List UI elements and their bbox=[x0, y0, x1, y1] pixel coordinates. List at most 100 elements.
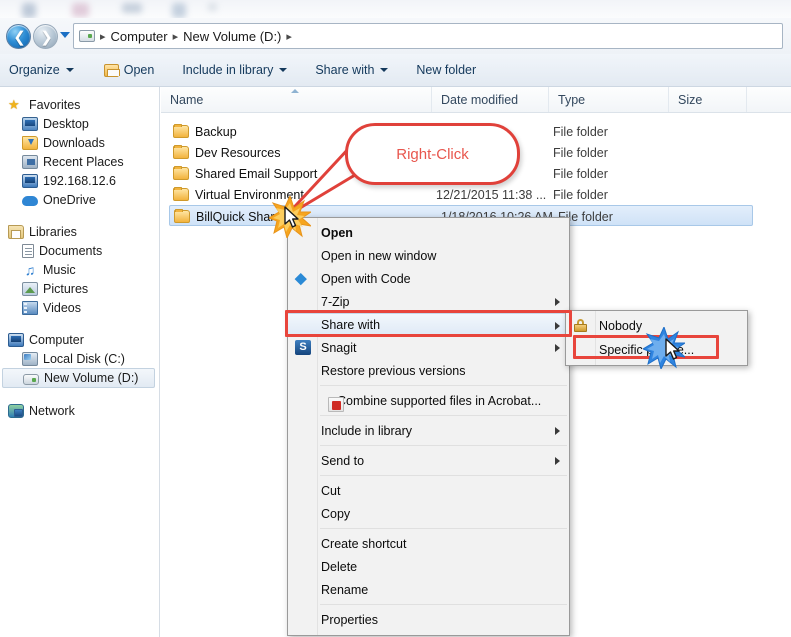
desktop-icon bbox=[22, 116, 38, 131]
sidebar-item-desktop[interactable]: Desktop bbox=[0, 114, 159, 133]
callout-bubble: Right-Click bbox=[345, 123, 520, 185]
context-menu-item-delete[interactable]: Delete bbox=[288, 555, 569, 578]
sidebar-item-videos[interactable]: Videos bbox=[0, 298, 159, 317]
column-header-size[interactable]: Size bbox=[669, 87, 747, 112]
nav-label: Recent Places bbox=[43, 154, 124, 169]
context-menu-item-restore-previous-versions[interactable]: Restore previous versions bbox=[288, 359, 569, 382]
context-menu-item-combine-in-acrobat[interactable]: Combine supported files in Acrobat... bbox=[288, 389, 569, 412]
folder-icon bbox=[174, 209, 190, 223]
context-menu-item-properties[interactable]: Properties bbox=[288, 608, 569, 631]
context-menu-separator bbox=[320, 385, 567, 386]
sidebar-item-recent-places[interactable]: Recent Places bbox=[0, 152, 159, 171]
share-with-label: Share with bbox=[315, 63, 375, 77]
chevron-down-icon[interactable] bbox=[60, 32, 70, 38]
sidebar-item-music[interactable]: ♫ Music bbox=[0, 260, 159, 279]
chevron-right-icon bbox=[555, 427, 560, 435]
callout-label: Right-Click bbox=[396, 145, 469, 163]
context-menu-item-open[interactable]: Open bbox=[288, 221, 569, 244]
open-folder-icon bbox=[103, 63, 120, 77]
navigation-pane[interactable]: ★ Favorites Desktop Downloads Recent Pla… bbox=[0, 87, 160, 637]
nav-label: New Volume (D:) bbox=[44, 371, 139, 385]
context-menu-item-cut[interactable]: Cut bbox=[288, 479, 569, 502]
context-menu-separator bbox=[320, 528, 567, 529]
vscode-icon: ◆ bbox=[295, 270, 307, 287]
nav-label: Documents bbox=[39, 243, 103, 258]
snagit-icon: S bbox=[295, 340, 311, 355]
sidebar-item-192-168-12-6[interactable]: 192.168.12.6 bbox=[0, 171, 159, 190]
include-in-library-button[interactable]: Include in library bbox=[173, 58, 296, 82]
folder-icon bbox=[173, 166, 189, 180]
column-header-date-modified[interactable]: Date modified bbox=[432, 87, 549, 112]
chevron-down-icon bbox=[65, 68, 74, 72]
breadcrumb-new-volume[interactable]: New Volume (D:) bbox=[183, 29, 281, 44]
context-menu-item-rename[interactable]: Rename bbox=[288, 578, 569, 601]
address-bar[interactable]: ▸ Computer ▸ New Volume (D:) ▸ bbox=[73, 23, 783, 49]
column-header-label: Date modified bbox=[441, 92, 519, 107]
sidebar-item-documents[interactable]: Documents bbox=[0, 241, 159, 260]
network-icon bbox=[8, 403, 24, 418]
sidebar-item-local-disk-c[interactable]: Local Disk (C:) bbox=[0, 349, 159, 368]
window-chrome-strip bbox=[0, 0, 791, 18]
network-computer-icon bbox=[22, 173, 38, 188]
file-name-cell: BillQuick Share bbox=[174, 206, 281, 227]
chevron-down-icon bbox=[380, 68, 389, 72]
picture-icon bbox=[22, 281, 38, 296]
context-menu-label: Copy bbox=[321, 506, 351, 521]
back-button[interactable]: ❮ bbox=[6, 24, 31, 49]
forward-arrow-icon: ❯ bbox=[40, 29, 53, 46]
nav-group-libraries[interactable]: Libraries bbox=[0, 222, 159, 241]
star-icon: ★ bbox=[8, 96, 20, 112]
open-label: Open bbox=[123, 63, 155, 77]
organize-label: Organize bbox=[9, 63, 60, 77]
context-menu-separator bbox=[320, 604, 567, 605]
context-menu-item-open-with-code[interactable]: ◆ Open with Code bbox=[288, 267, 569, 290]
forward-button[interactable]: ❯ bbox=[33, 24, 58, 49]
sidebar-item-pictures[interactable]: Pictures bbox=[0, 279, 159, 298]
context-menu-label: Include in library bbox=[321, 423, 413, 438]
column-header-type[interactable]: Type bbox=[549, 87, 669, 112]
nav-group-network[interactable]: Network bbox=[0, 401, 159, 420]
nav-label: Videos bbox=[43, 300, 81, 315]
context-menu-item-send-to[interactable]: Send to bbox=[288, 449, 569, 472]
chevron-right-icon bbox=[555, 344, 560, 352]
context-menu-item-open-in-new-window[interactable]: Open in new window bbox=[288, 244, 569, 267]
nav-group-favorites[interactable]: ★ Favorites bbox=[0, 95, 159, 114]
blurred-toolbar-icon bbox=[172, 3, 186, 18]
file-date-cell: 12/21/2015 11:38 ... bbox=[436, 187, 547, 202]
lock-icon bbox=[574, 319, 587, 332]
nav-label: Computer bbox=[29, 332, 84, 347]
table-row[interactable]: Virtual Environment 12/21/2015 11:38 ...… bbox=[161, 184, 787, 205]
context-menu[interactable]: Open Open in new window ◆ Open with Code… bbox=[287, 217, 570, 636]
file-name-label: Backup bbox=[195, 124, 237, 139]
file-type-cell: File folder bbox=[553, 166, 608, 181]
breadcrumb-separator: ▸ bbox=[286, 30, 292, 43]
command-bar: Organize Open Include in library Share w… bbox=[0, 54, 791, 87]
breadcrumb-separator: ▸ bbox=[100, 30, 106, 43]
chevron-down-icon bbox=[279, 68, 288, 72]
share-with-button[interactable]: Share with bbox=[306, 58, 397, 82]
context-menu-item-snagit[interactable]: S Snagit bbox=[288, 336, 569, 359]
nav-group-computer[interactable]: Computer bbox=[0, 330, 159, 349]
column-header-label: Type bbox=[558, 92, 586, 107]
acrobat-icon bbox=[328, 397, 344, 412]
blurred-toolbar-icon bbox=[72, 3, 89, 17]
recent-places-icon bbox=[22, 154, 38, 169]
context-menu-item-copy[interactable]: Copy bbox=[288, 502, 569, 525]
new-folder-button[interactable]: New folder bbox=[407, 58, 485, 82]
context-menu-item-create-shortcut[interactable]: Create shortcut bbox=[288, 532, 569, 555]
nav-label: 192.168.12.6 bbox=[43, 173, 116, 188]
sidebar-item-new-volume-d[interactable]: New Volume (D:) bbox=[2, 368, 155, 388]
sidebar-item-onedrive[interactable]: OneDrive bbox=[0, 190, 159, 209]
column-header-name[interactable]: Name bbox=[161, 87, 432, 112]
context-menu-item-include-in-library[interactable]: Include in library bbox=[288, 419, 569, 442]
library-icon bbox=[8, 224, 24, 239]
mouse-cursor-specific-people bbox=[665, 338, 680, 360]
sidebar-item-downloads[interactable]: Downloads bbox=[0, 133, 159, 152]
open-button[interactable]: Open bbox=[95, 58, 164, 82]
hard-drive-icon bbox=[79, 30, 95, 42]
breadcrumb-computer[interactable]: Computer bbox=[111, 29, 168, 44]
organize-button[interactable]: Organize bbox=[0, 58, 83, 82]
context-menu-label: Send to bbox=[321, 453, 365, 468]
back-arrow-icon: ❮ bbox=[13, 29, 26, 46]
